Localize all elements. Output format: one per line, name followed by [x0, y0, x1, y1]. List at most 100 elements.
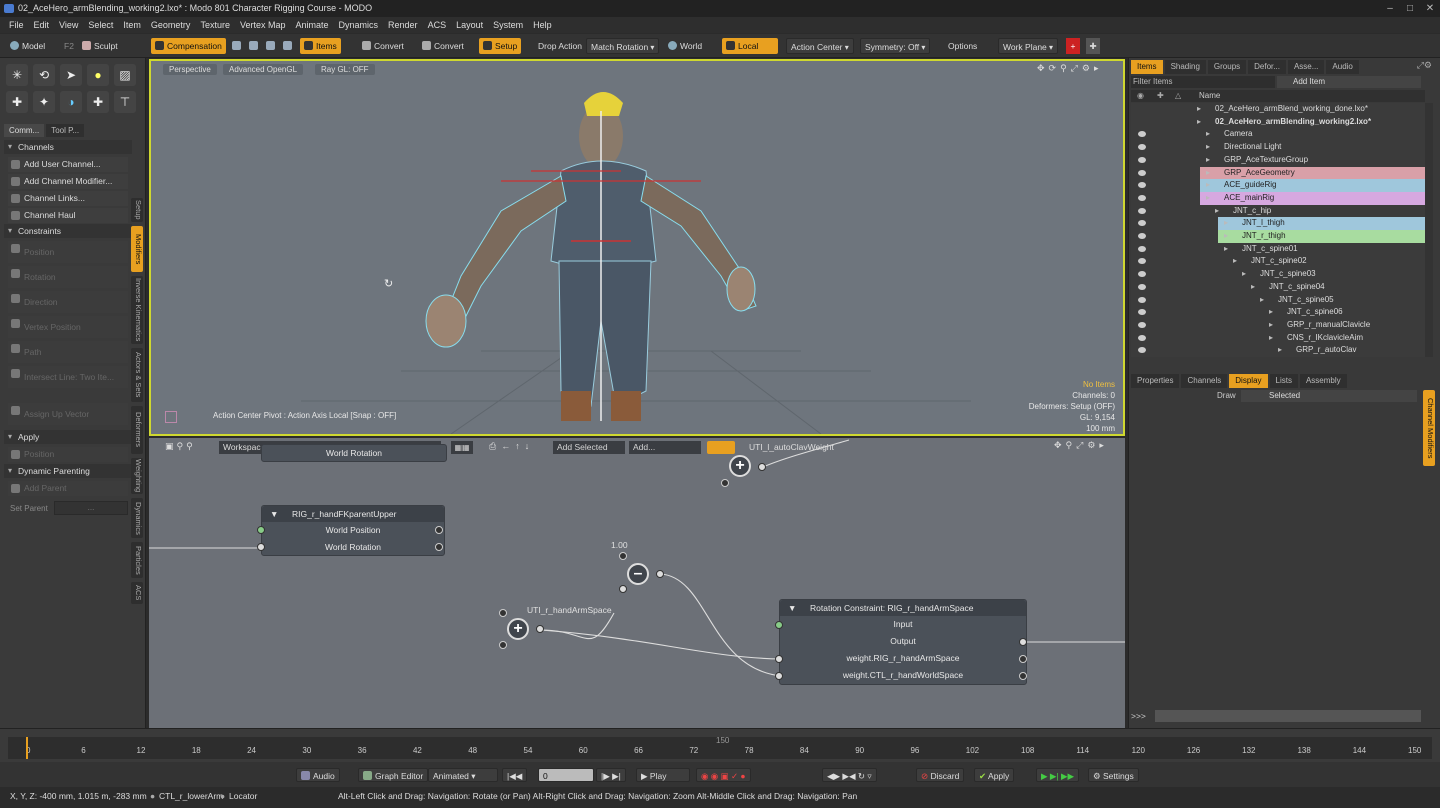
expand-icon[interactable]: ▸ [1242, 268, 1246, 281]
item-row[interactable]: ▸ JNT_c_spine03 [1131, 268, 1425, 281]
eye-icon[interactable] [1138, 207, 1146, 214]
port-subtract-in-a[interactable] [619, 552, 627, 560]
play-range-icons[interactable]: ▶ ▶| ▶▶ [1036, 768, 1080, 782]
vtab-particles[interactable]: Particles [131, 542, 143, 578]
add-parent-button[interactable]: Add Parent [8, 481, 128, 496]
item-tool-icon[interactable]: ▨ [114, 64, 136, 86]
layout-grid-icon[interactable]: ▦▦ [451, 441, 473, 454]
world-position-port[interactable]: World Position [262, 522, 444, 539]
menu-item[interactable]: Item [118, 17, 146, 33]
expand-icon[interactable]: ▸ [1224, 217, 1228, 230]
key-tools-icons[interactable]: ◉ ◉ ▣ ✓ ● [696, 768, 751, 782]
expand-icon[interactable]: ▸ [1224, 243, 1228, 256]
items-mode-button[interactable]: Items [300, 38, 341, 54]
tab-display[interactable]: Display [1229, 374, 1268, 388]
maximize-icon[interactable]: □ [1400, 0, 1420, 17]
vtab-dynamics[interactable]: Dynamics [131, 498, 143, 538]
minimize-icon[interactable]: – [1380, 0, 1400, 17]
vtab-modifiers[interactable]: Modifiers [131, 226, 143, 272]
pointer-tool-icon[interactable]: ➤ [60, 64, 82, 86]
vtab-inverse-kinematics[interactable]: Inverse Kinematics [131, 276, 143, 344]
select-tool-icon[interactable]: ✳ [6, 64, 28, 86]
menu-edit[interactable]: Edit [29, 17, 55, 33]
move-tool-icon[interactable]: ⟲ [33, 64, 55, 86]
panel-options-icon[interactable]: ⤢⚙ [1417, 60, 1432, 71]
add-channel-modifier-button[interactable]: Add Channel Modifier... [8, 174, 128, 189]
menu-system[interactable]: System [488, 17, 528, 33]
add-selected-button[interactable]: Add Selected [553, 441, 625, 454]
expand-icon[interactable]: ▸ [1278, 344, 1282, 357]
menu-acs[interactable]: ACS [423, 17, 452, 33]
eye-icon[interactable] [1138, 271, 1146, 278]
port-add-top-out[interactable] [758, 463, 766, 471]
play-button[interactable]: ▶ Play [636, 768, 690, 782]
node-color-toggle[interactable] [707, 441, 735, 454]
tab-properties[interactable]: Properties [1131, 374, 1180, 388]
match-rotation-dropdown[interactable]: Match Rotation [586, 38, 660, 54]
channel-modifiers-side-tab[interactable]: Channel Modifiers [1423, 390, 1435, 466]
weight-armspace-port[interactable]: weight.RIG_r_handArmSpace [780, 650, 1026, 667]
expand-icon[interactable]: ▸ [1206, 128, 1210, 141]
intersect-line-button[interactable]: Intersect Line: Two Ite... [8, 366, 128, 388]
item-row[interactable]: ▸ Directional Light [1131, 141, 1425, 154]
expand-icon[interactable]: ▸ [1233, 255, 1237, 268]
port-add-in-a[interactable] [499, 609, 507, 617]
vtab-weighting[interactable]: Weighting [131, 458, 143, 494]
port-subtract-in-b[interactable] [619, 585, 627, 593]
add-user-channel-button[interactable]: Add User Channel... [8, 157, 128, 172]
expand-icon[interactable]: ▸ [1206, 179, 1210, 192]
animated-dropdown[interactable]: Animated ▾ [428, 768, 498, 782]
rotation-constraint-button[interactable]: Rotation [8, 266, 128, 288]
apply-section[interactable]: Apply [4, 430, 132, 444]
item-row[interactable]: ▸ Camera [1131, 128, 1425, 141]
direction-constraint-button[interactable]: Direction [8, 291, 128, 313]
expand-icon[interactable]: ▸ [1269, 332, 1273, 345]
item-row[interactable]: ▸ CNS_r_IKclavicleAim [1131, 332, 1425, 345]
menu-select[interactable]: Select [83, 17, 118, 33]
eye-icon[interactable] [1138, 156, 1146, 163]
item-row[interactable]: ▸ JNT_c_spine06 [1131, 306, 1425, 319]
item-row[interactable]: ▸ GRP_r_autoClav [1131, 344, 1425, 357]
rotate-tool-icon[interactable]: ◑ [60, 91, 82, 113]
port-in-world-position[interactable] [257, 526, 265, 534]
tab-channels[interactable]: Channels [1181, 374, 1228, 388]
vtab-acs[interactable]: ACS [131, 582, 143, 604]
output-port[interactable]: Output [780, 633, 1026, 650]
menu-render[interactable]: Render [383, 17, 423, 33]
add-layout-icon[interactable]: + [1066, 38, 1080, 54]
tab-tool-properties[interactable]: Tool P... [46, 124, 85, 137]
apply-position-button[interactable]: Position [8, 447, 128, 462]
timeline-ruler[interactable]: 0 6 12 18 24 30 36 42 48 54 60 66 72 78 84 90 96 102 108 11… [8, 736, 1432, 759]
add-operator-node[interactable]: + [507, 618, 529, 640]
drop-action-button[interactable]: Drop Action [534, 38, 586, 54]
expand-icon[interactable]: ▸ [1197, 103, 1201, 116]
frame-field[interactable]: 0 [538, 768, 594, 782]
item-row[interactable]: ▸ JNT_c_spine04 [1131, 281, 1425, 294]
draw-dropdown[interactable]: Selected [1241, 390, 1417, 402]
pivot-tool-icon[interactable]: ⊤ [114, 91, 136, 113]
eye-icon[interactable] [1138, 144, 1146, 151]
item-row[interactable]: ▸ ACE_guideRig [1131, 179, 1425, 192]
eye-icon[interactable] [1138, 194, 1146, 201]
item-row[interactable]: ▸ JNT_r_thigh [1131, 230, 1425, 243]
channel-links-button[interactable]: Channel Links... [8, 191, 128, 206]
collapse-icon-2[interactable]: ▼ [788, 600, 796, 616]
port-subtract-out[interactable] [656, 570, 664, 578]
tab-commands[interactable]: Comm... [4, 124, 45, 137]
path-constraint-button[interactable]: Path [8, 341, 128, 363]
vtab-actors-sets[interactable]: Actors & Sets [131, 348, 143, 402]
arrange-icons[interactable]: ⎙←↑↓ [489, 441, 534, 452]
item-row[interactable]: ▸ 02_AceHero_armBlending_working2.lxo* [1131, 116, 1425, 129]
expand-icon[interactable]: ▸ [1224, 230, 1228, 243]
model-tab[interactable]: Model [6, 38, 49, 54]
item-row[interactable]: ▸ JNT_c_spine01 [1131, 243, 1425, 256]
port-add-out[interactable] [536, 625, 544, 633]
menu-vertex-map[interactable]: Vertex Map [235, 17, 291, 33]
port-out-world-rotation[interactable] [435, 543, 443, 551]
sculpt-tab[interactable]: Sculpt [78, 38, 122, 54]
symmetry-dropdown[interactable]: Symmetry: Off [860, 38, 931, 54]
expand-icon[interactable]: ▸ [1206, 141, 1210, 154]
setup-mode-button[interactable]: Setup [479, 38, 522, 54]
eye-icon[interactable] [1138, 258, 1146, 265]
menu-texture[interactable]: Texture [195, 17, 235, 33]
